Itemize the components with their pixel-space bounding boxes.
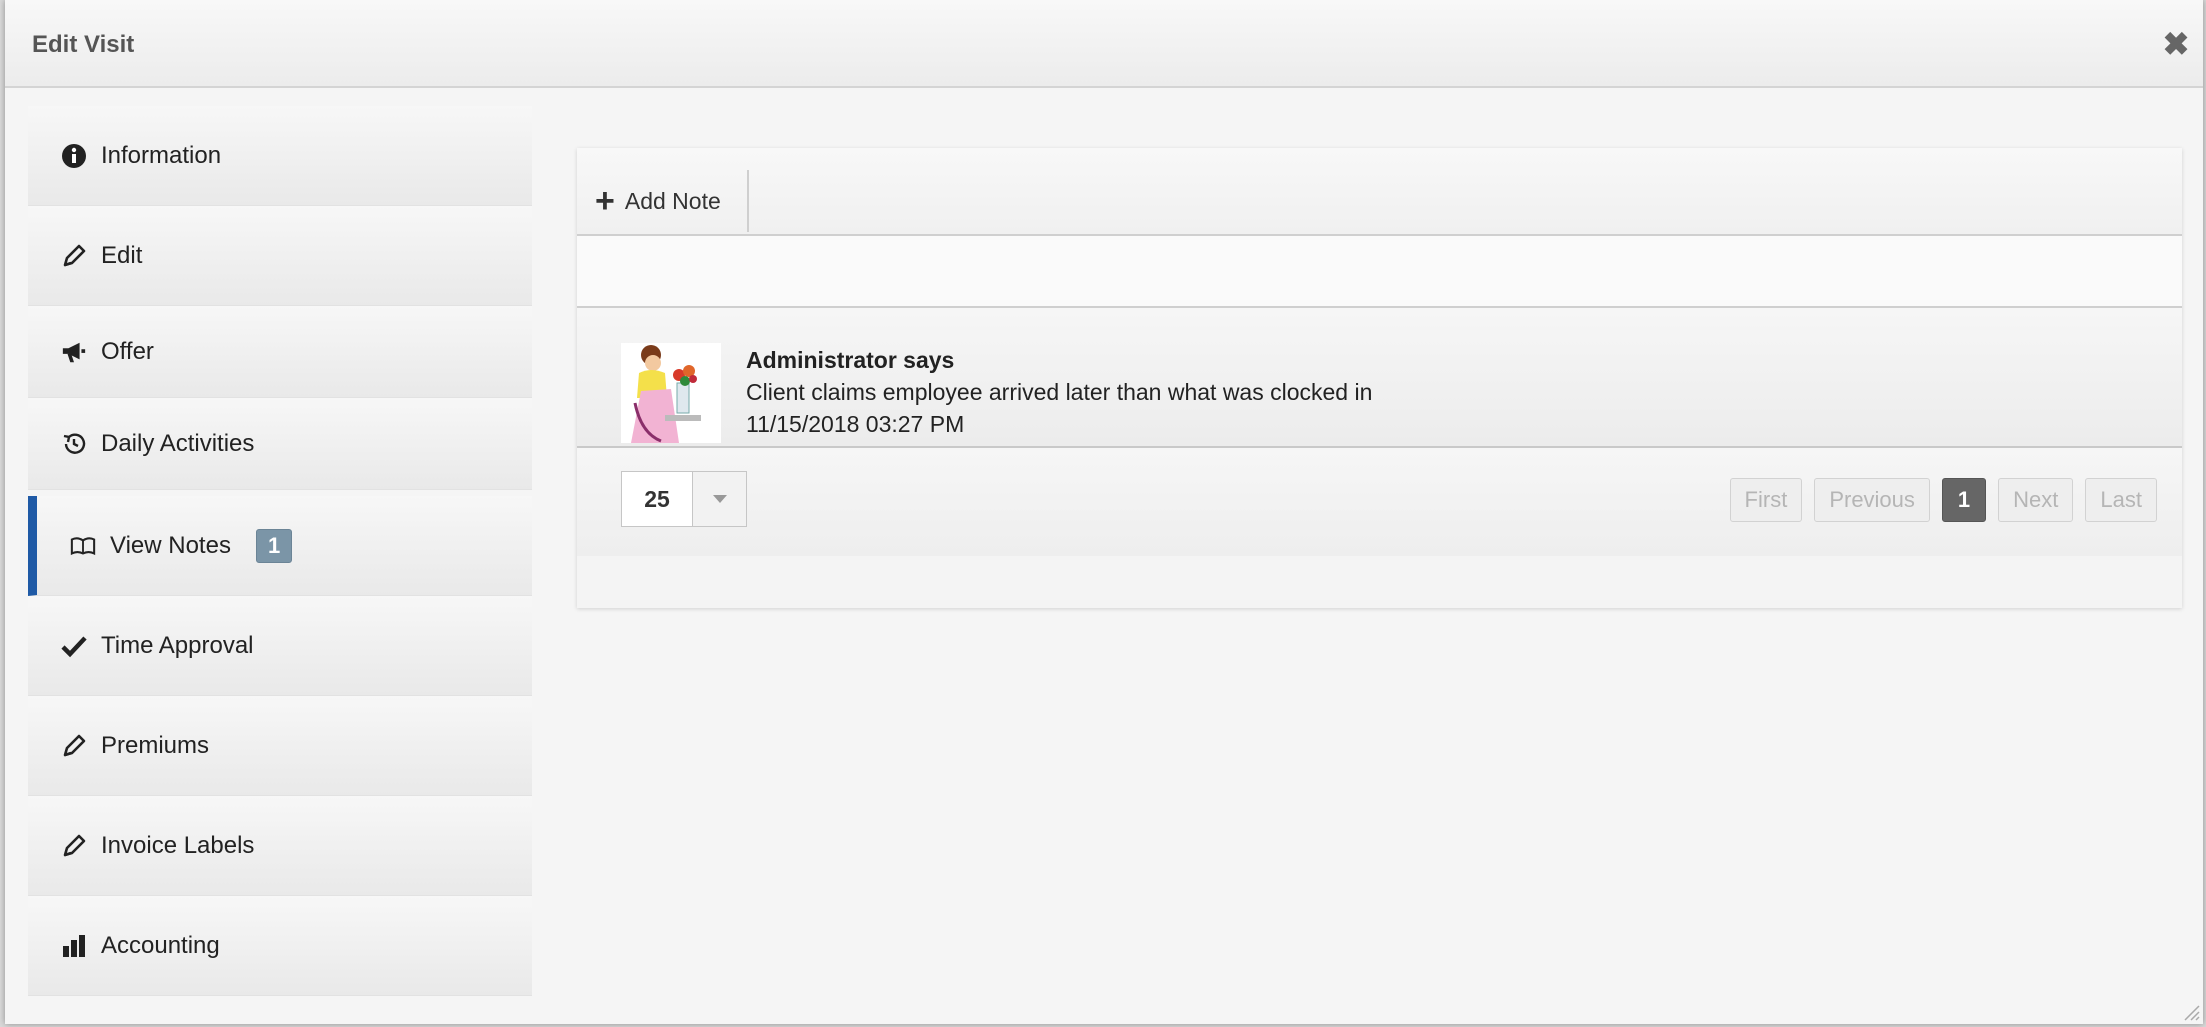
pencil-icon <box>61 833 87 859</box>
notes-count-badge: 1 <box>255 528 293 563</box>
close-icon[interactable]: ✖ <box>2161 28 2191 60</box>
dialog-title: Edit Visit <box>32 31 135 58</box>
book-icon <box>70 533 96 559</box>
sidebar-item-edit[interactable]: Edit <box>28 206 532 306</box>
bullhorn-icon <box>61 339 87 365</box>
sidebar-item-label: Edit <box>101 241 143 269</box>
check-icon <box>61 633 87 659</box>
first-page-button[interactable]: First <box>1729 478 1803 522</box>
avatar <box>621 343 721 443</box>
sidebar-item-label: Time Approval <box>101 631 254 659</box>
note-timestamp: 11/15/2018 03:27 PM <box>746 411 965 437</box>
sidebar-item-information[interactable]: Information <box>28 106 532 206</box>
current-page-button[interactable]: 1 <box>1941 478 1987 522</box>
sidebar-item-time-approval[interactable]: Time Approval <box>28 596 532 696</box>
sidebar-item-label: View Notes <box>110 531 231 559</box>
sidebar-item-label: Premiums <box>101 731 210 759</box>
note-content: Administrator says Client claims employe… <box>746 344 1372 440</box>
edit-visit-dialog: Edit Visit ✖ Information Edit Offer Dail… <box>5 0 2203 1024</box>
resize-handle-icon[interactable] <box>2179 1000 2201 1022</box>
sidebar-item-invoice-labels[interactable]: Invoice Labels <box>28 796 532 896</box>
pencil-icon <box>61 733 87 759</box>
sidebar-item-label: Offer <box>101 337 154 365</box>
sidebar-item-view-notes[interactable]: View Notes 1 <box>28 496 532 596</box>
sidebar-item-label: Information <box>101 141 222 169</box>
note-body: Client claims employee arrived later tha… <box>746 379 1373 405</box>
page-size-select[interactable]: 25 <box>621 471 747 527</box>
list-item: Administrator says Client claims employe… <box>577 308 2182 448</box>
dialog-titlebar: Edit Visit ✖ <box>5 0 2203 88</box>
previous-page-button[interactable]: Previous <box>1814 478 1930 522</box>
note-author: Administrator says <box>746 347 955 373</box>
notes-pagination-footer: 25 First Previous 1 Next Last <box>577 448 2182 556</box>
plus-icon: + <box>595 182 615 220</box>
notes-filter-row <box>577 236 2182 308</box>
sidebar-item-offer[interactable]: Offer <box>28 306 532 398</box>
pager: First Previous 1 Next Last <box>1729 478 2157 522</box>
page-size-value[interactable]: 25 <box>622 472 693 526</box>
pencil-icon <box>61 243 87 269</box>
sidebar-item-accounting[interactable]: Accounting <box>28 896 532 996</box>
add-note-label: Add Note <box>624 187 721 214</box>
last-page-button[interactable]: Last <box>2085 478 2157 522</box>
sidebar-item-daily-activities[interactable]: Daily Activities <box>28 398 532 490</box>
sidebar-item-label: Accounting <box>101 931 220 959</box>
bar-chart-icon <box>61 933 87 959</box>
info-icon <box>61 143 87 169</box>
notes-panel: + Add Note Administrator says Client cla… <box>577 148 2182 608</box>
notes-toolbar: + Add Note <box>577 148 2182 236</box>
add-note-button[interactable]: + Add Note <box>577 170 749 232</box>
sidebar-item-label: Invoice Labels <box>101 831 255 859</box>
next-page-button[interactable]: Next <box>1998 478 2074 522</box>
sidebar-item-label: Daily Activities <box>101 429 255 457</box>
sidebar-item-premiums[interactable]: Premiums <box>28 696 532 796</box>
chevron-down-icon[interactable] <box>693 472 746 526</box>
history-icon <box>61 431 87 457</box>
